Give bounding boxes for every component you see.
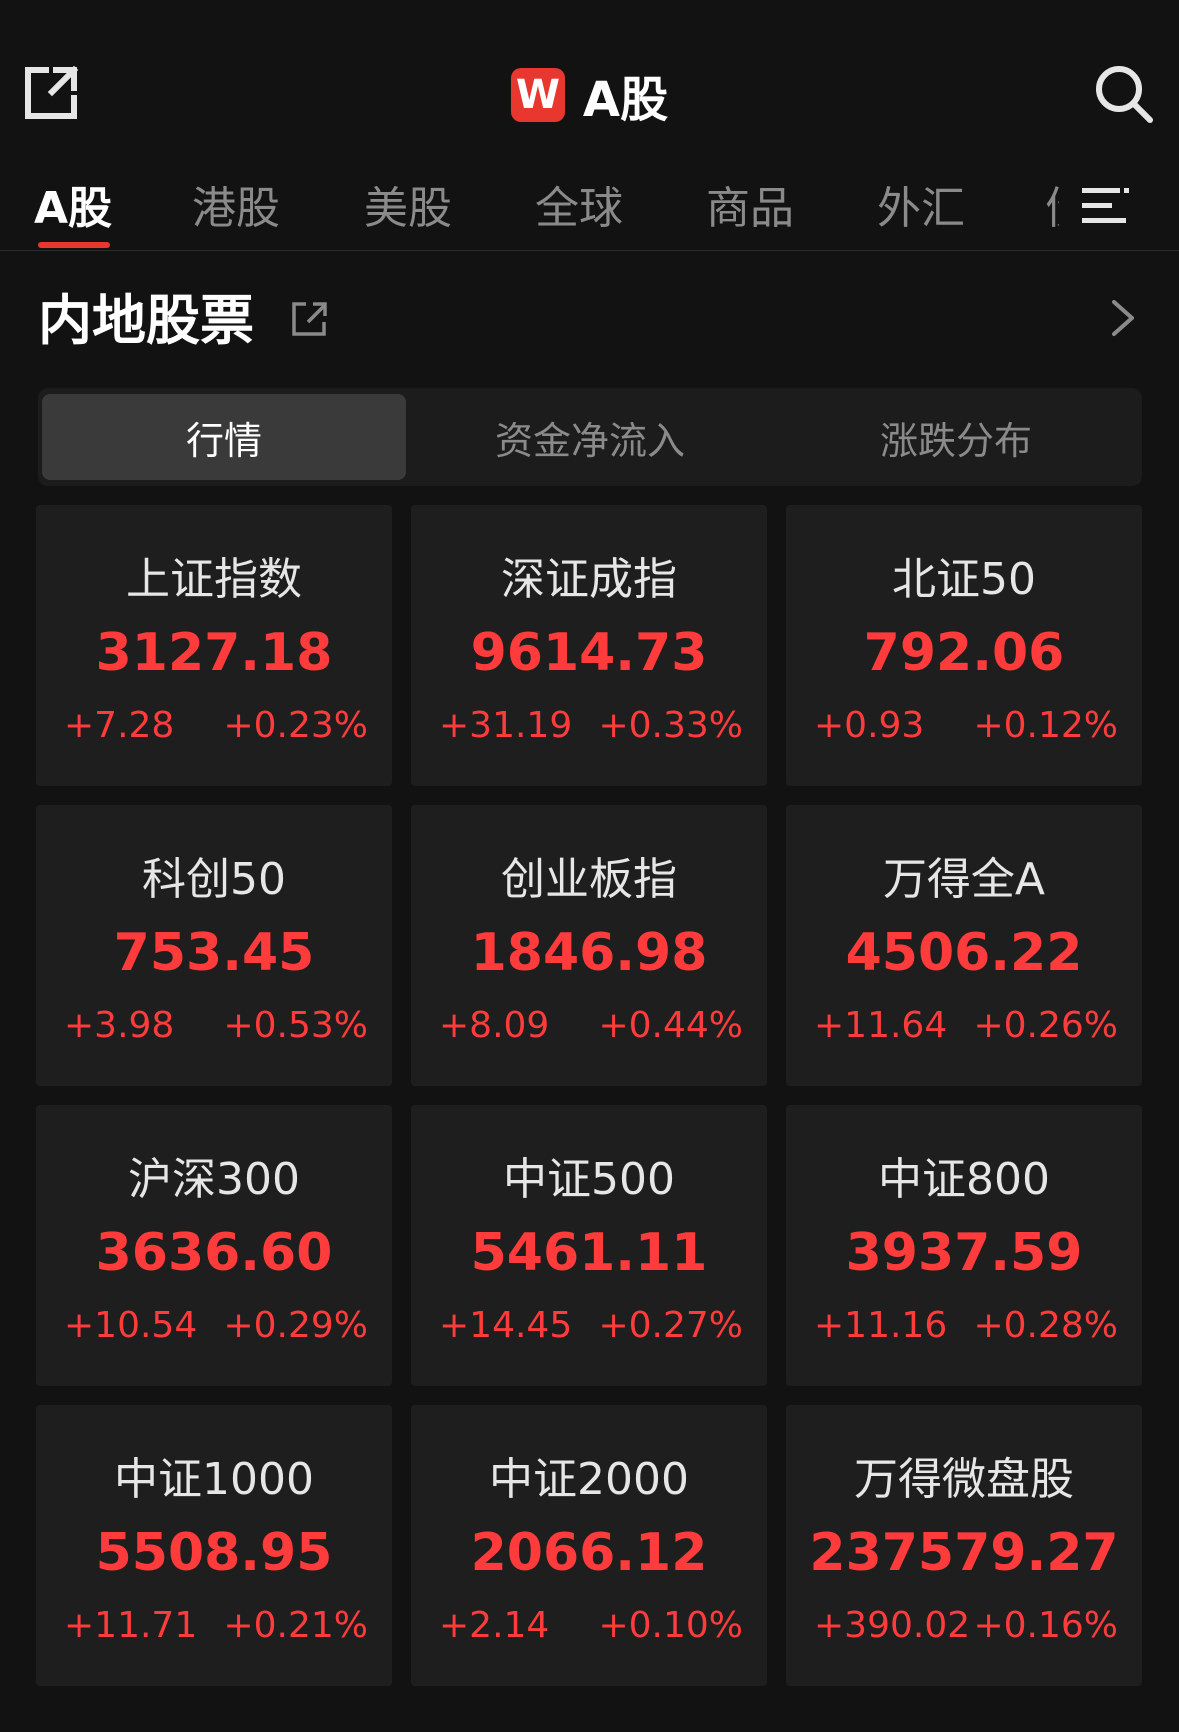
app-title: W A股 <box>0 60 1179 130</box>
tab-forex[interactable]: 外汇 <box>877 172 965 236</box>
index-name: 沪深300 <box>128 1154 300 1205</box>
index-value: 3127.18 <box>95 623 333 683</box>
segment-distribution[interactable]: 涨跌分布 <box>774 394 1138 480</box>
index-card[interactable]: 创业板指 1846.98 +8.09 +0.44% <box>411 805 767 1086</box>
index-change-percent: +0.21% <box>223 1605 368 1646</box>
index-value: 753.45 <box>113 923 315 983</box>
index-value: 5461.11 <box>470 1223 708 1283</box>
index-value: 3937.59 <box>845 1223 1083 1283</box>
index-value: 3636.60 <box>95 1223 333 1283</box>
index-value: 237579.27 <box>809 1523 1119 1583</box>
index-card[interactable]: 中证2000 2066.12 +2.14 +0.10% <box>411 1405 767 1686</box>
index-value: 5508.95 <box>95 1523 333 1583</box>
index-change: +2.14 <box>439 1605 550 1646</box>
index-change: +390.02 <box>814 1605 971 1646</box>
index-change-percent: +0.16% <box>973 1605 1118 1646</box>
segment-quotes[interactable]: 行情 <box>42 394 406 480</box>
tab-a-shares[interactable]: A股 <box>34 172 112 236</box>
top-bar: W A股 <box>0 0 1179 180</box>
index-change: +3.98 <box>64 1005 175 1046</box>
active-tab-indicator <box>38 242 110 248</box>
index-name: 深证成指 <box>501 554 677 605</box>
index-name: 中证500 <box>503 1154 675 1205</box>
tab-commodities[interactable]: 商品 <box>706 172 794 236</box>
index-name: 上证指数 <box>126 554 302 605</box>
index-card[interactable]: 中证1000 5508.95 +11.71 +0.21% <box>36 1405 392 1686</box>
index-change-percent: +0.26% <box>973 1005 1118 1046</box>
index-card[interactable]: 上证指数 3127.18 +7.28 +0.23% <box>36 505 392 786</box>
index-card[interactable]: 万得微盘股 237579.27 +390.02 +0.16% <box>786 1405 1142 1686</box>
index-name: 中证800 <box>878 1154 1050 1205</box>
index-name: 中证2000 <box>489 1454 689 1505</box>
index-card[interactable]: 中证800 3937.59 +11.16 +0.28% <box>786 1105 1142 1386</box>
view-segmented-control: 行情 资金净流入 涨跌分布 <box>38 388 1142 486</box>
index-name: 万得微盘股 <box>854 1454 1074 1505</box>
index-change-percent: +0.44% <box>598 1005 743 1046</box>
index-change-percent: +0.29% <box>223 1305 368 1346</box>
index-change: +11.64 <box>814 1005 948 1046</box>
tab-us-stocks[interactable]: 美股 <box>364 172 452 236</box>
index-card[interactable]: 沪深300 3636.60 +10.54 +0.29% <box>36 1105 392 1386</box>
index-change-percent: +0.23% <box>223 705 368 746</box>
index-change: +31.19 <box>439 705 573 746</box>
index-change-percent: +0.28% <box>973 1305 1118 1346</box>
market-tabs: A股 港股 美股 全球 商品 外汇 债 <box>0 162 1179 251</box>
index-name: 北证50 <box>892 554 1036 605</box>
index-card[interactable]: 深证成指 9614.73 +31.19 +0.33% <box>411 505 767 786</box>
index-change-percent: +0.53% <box>223 1005 368 1046</box>
index-value: 792.06 <box>863 623 1065 683</box>
tab-hk-stocks[interactable]: 港股 <box>192 172 280 236</box>
search-icon[interactable] <box>1092 62 1156 126</box>
index-name: 科创50 <box>142 854 286 905</box>
index-change-percent: +0.33% <box>598 705 743 746</box>
index-value: 9614.73 <box>470 623 708 683</box>
page-title: A股 <box>582 72 669 128</box>
index-change: +11.71 <box>64 1605 198 1646</box>
index-card[interactable]: 万得全A 4506.22 +11.64 +0.26% <box>786 805 1142 1086</box>
index-change: +8.09 <box>439 1005 550 1046</box>
index-change: +7.28 <box>64 705 175 746</box>
index-name: 中证1000 <box>114 1454 314 1505</box>
index-change: +11.16 <box>814 1305 948 1346</box>
index-change: +0.93 <box>814 705 925 746</box>
section-header: 内地股票 <box>0 260 1179 360</box>
index-name: 万得全A <box>882 854 1046 905</box>
index-card[interactable]: 科创50 753.45 +3.98 +0.53% <box>36 805 392 1086</box>
segment-net-inflow[interactable]: 资金净流入 <box>408 394 772 480</box>
wind-logo-icon: W <box>510 68 565 122</box>
index-name: 创业板指 <box>501 854 677 905</box>
tab-overflow: 债 <box>1045 172 1059 232</box>
index-value: 4506.22 <box>845 923 1083 983</box>
menu-icon[interactable] <box>1080 182 1132 230</box>
index-change-percent: +0.27% <box>598 1305 743 1346</box>
section-title: 内地股票 <box>38 289 254 352</box>
index-change-percent: +0.12% <box>973 705 1118 746</box>
external-link-icon[interactable] <box>290 298 330 338</box>
index-change: +14.45 <box>439 1305 573 1346</box>
chevron-right-icon[interactable] <box>1108 296 1138 340</box>
index-value: 1846.98 <box>470 923 708 983</box>
index-change: +10.54 <box>64 1305 198 1346</box>
index-value: 2066.12 <box>470 1523 708 1583</box>
index-change-percent: +0.10% <box>598 1605 743 1646</box>
index-card[interactable]: 北证50 792.06 +0.93 +0.12% <box>786 505 1142 786</box>
tab-global[interactable]: 全球 <box>535 172 623 236</box>
index-card[interactable]: 中证500 5461.11 +14.45 +0.27% <box>411 1105 767 1386</box>
